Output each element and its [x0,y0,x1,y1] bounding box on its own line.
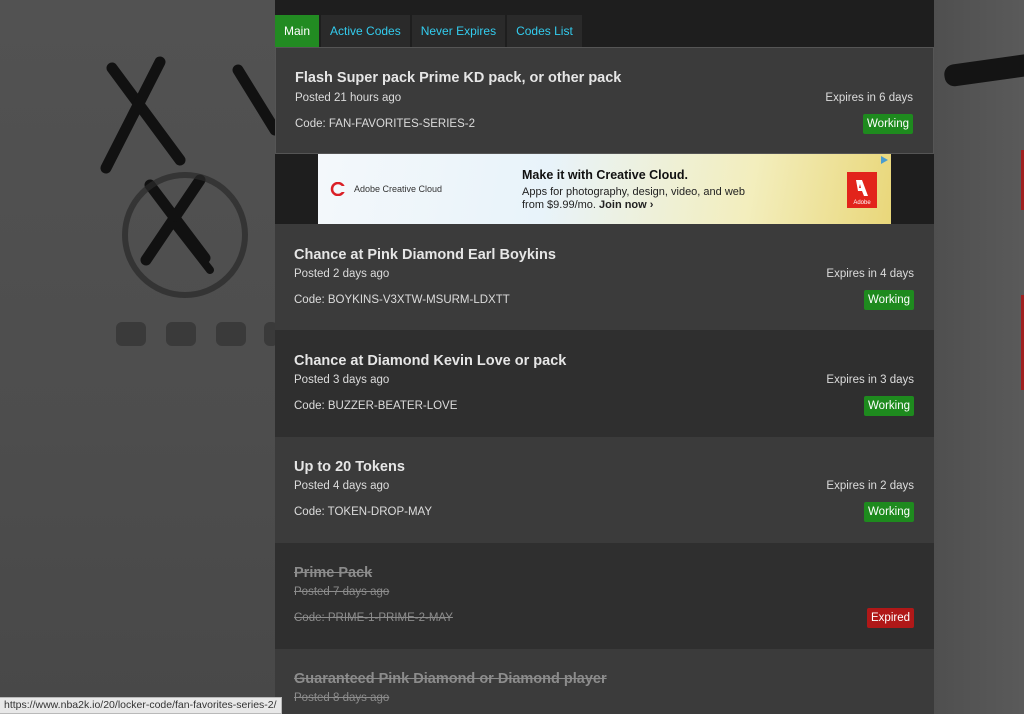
code-card[interactable]: Chance at Diamond Kevin Love or pack Pos… [275,330,934,437]
background-art-left [0,0,275,714]
posted-time: Posted 2 days ago [294,268,390,280]
background-art-right [934,0,1024,714]
adobe-cc-logo-icon [330,182,346,196]
code-title[interactable]: Chance at Pink Diamond Earl Boykins [294,247,556,263]
code-card-expired[interactable]: Prime Pack Posted 7 days ago Code: PRIME… [275,543,934,649]
code-title[interactable]: Up to 20 Tokens [294,459,405,475]
code-card-expired[interactable]: Guaranteed Pink Diamond or Diamond playe… [275,649,934,714]
expires-in: Expires in 3 days [826,374,914,386]
expires-in: Expires in 6 days [825,92,913,104]
code-card[interactable]: Up to 20 Tokens Posted 4 days ago Expire… [275,437,934,543]
status-badge: Working [864,502,914,522]
graffiti-x-marks-decoration [100,56,275,346]
posted-time: Posted 4 days ago [294,480,390,492]
code-value: Code: PRIME-1-PRIME-2-MAY [294,612,453,624]
posted-time: Posted 3 days ago [294,374,390,386]
paint-stroke-decoration [943,50,1024,88]
code-value: Code: BUZZER-BEATER-LOVE [294,400,458,412]
status-badge: Expired [867,608,914,628]
code-title[interactable]: Prime Pack [294,565,372,581]
posted-time: Posted 7 days ago [294,586,390,598]
tab-active-codes[interactable]: Active Codes [321,15,410,47]
expires-in: Expires in 4 days [826,268,914,280]
code-card[interactable]: Flash Super pack Prime KD pack, or other… [275,47,934,154]
posted-time: Posted 8 days ago [294,692,390,704]
adobe-logo-icon: Adobe [847,172,877,208]
code-value: Code: BOYKINS-V3XTW-MSURM-LDXTT [294,294,510,306]
browser-status-bar-url: https://www.nba2k.io/20/locker-code/fan-… [0,697,282,714]
status-badge: Working [863,114,913,134]
code-value: Code: TOKEN-DROP-MAY [294,506,433,518]
code-title[interactable]: Flash Super pack Prime KD pack, or other… [295,70,621,86]
ad-headline: Make it with Creative Cloud. [522,168,689,182]
posted-time: Posted 21 hours ago [295,92,402,104]
tab-bar: Main Active Codes Never Expires Codes Li… [275,15,584,47]
ad-body: Apps for photography, design, video, and… [522,186,762,212]
code-title[interactable]: Chance at Diamond Kevin Love or pack [294,353,566,369]
code-value: Code: FAN-FAVORITES-SERIES-2 [295,118,476,130]
tab-codes-list[interactable]: Codes List [507,15,582,47]
main-content-panel: Main Active Codes Never Expires Codes Li… [275,0,934,714]
expires-in: Expires in 2 days [826,480,914,492]
ad-join-link[interactable]: Join now › [599,199,653,211]
status-badge: Working [864,290,914,310]
code-title[interactable]: Guaranteed Pink Diamond or Diamond playe… [294,671,607,687]
adobe-logo-text: Adobe [853,200,871,206]
ad-brand: Adobe Creative Cloud [354,184,443,194]
code-card[interactable]: Chance at Pink Diamond Earl Boykins Post… [275,224,934,330]
status-badge: Working [864,396,914,416]
adchoices-icon[interactable] [879,155,889,165]
ad-banner[interactable]: Adobe Creative Cloud Make it with Creati… [318,154,891,224]
tab-never-expires[interactable]: Never Expires [411,15,506,47]
tab-main[interactable]: Main [275,15,320,47]
